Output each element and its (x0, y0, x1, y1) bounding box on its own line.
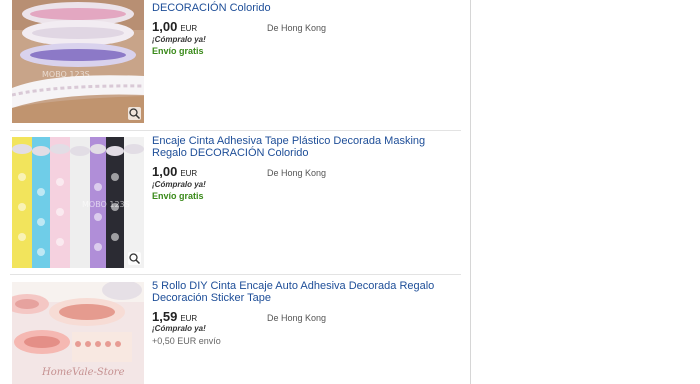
buy-now-logo: ¡Cómpralo ya! (152, 35, 206, 44)
zoom-in-icon[interactable] (128, 252, 141, 265)
listing-image[interactable]: HomeVale-Store (12, 282, 144, 384)
image-watermark: MOBO 123S (82, 200, 130, 209)
buy-now-label: ¡Cómpralo ya! (152, 35, 206, 44)
price-value: 1,00 (152, 19, 178, 34)
listing-image[interactable]: MOBO 123S (12, 137, 144, 268)
item-location: De Hong Kong (267, 23, 327, 33)
price-value: 1,59 (152, 309, 178, 324)
shipping-info: Envío gratis (152, 191, 204, 201)
listing-divider (10, 274, 461, 275)
listing-item: MOBO 123S DECORACIÓN Colorido 1,00 EUR De… (12, 0, 462, 128)
price-currency: EUR (180, 24, 198, 33)
listing-title[interactable]: Encaje Cinta Adhesiva Tape Plástico Deco… (152, 135, 452, 159)
shipping-info: +0,50 EUR envío (152, 336, 221, 346)
shipping-info: Envío gratis (152, 46, 204, 56)
buy-now-logo: ¡Cómpralo ya! (152, 180, 206, 189)
listing-title[interactable]: DECORACIÓN Colorido (152, 2, 452, 14)
price-value: 1,00 (152, 164, 178, 179)
buy-now-label: ¡Cómpralo ya! (152, 180, 206, 189)
image-watermark: HomeVale-Store (41, 367, 125, 378)
zoom-in-icon[interactable] (128, 107, 141, 120)
listing-divider (10, 130, 461, 131)
price-currency: EUR (180, 169, 198, 178)
listing-price: 1,59 EUR (152, 309, 197, 324)
listing-item: MOBO 123S Encaje Cinta Adhesiva Tape Plá… (12, 135, 462, 269)
buy-now-label: ¡Cómpralo ya! (152, 324, 206, 333)
item-location: De Hong Kong (267, 313, 327, 323)
price-currency: EUR (180, 314, 198, 323)
search-results-list: MOBO 123S DECORACIÓN Colorido 1,00 EUR De… (0, 0, 471, 384)
listing-item: HomeVale-Store 5 Rollo DIY Cinta Encaje … (12, 280, 462, 384)
image-watermark: MOBO 123S (42, 70, 90, 79)
item-location: De Hong Kong (267, 168, 327, 178)
buy-now-logo: ¡Cómpralo ya! (152, 324, 206, 333)
listing-price: 1,00 EUR (152, 19, 197, 34)
listing-image[interactable]: MOBO 123S (12, 0, 144, 123)
listing-price: 1,00 EUR (152, 164, 197, 179)
listing-title[interactable]: 5 Rollo DIY Cinta Encaje Auto Adhesiva D… (152, 280, 452, 304)
